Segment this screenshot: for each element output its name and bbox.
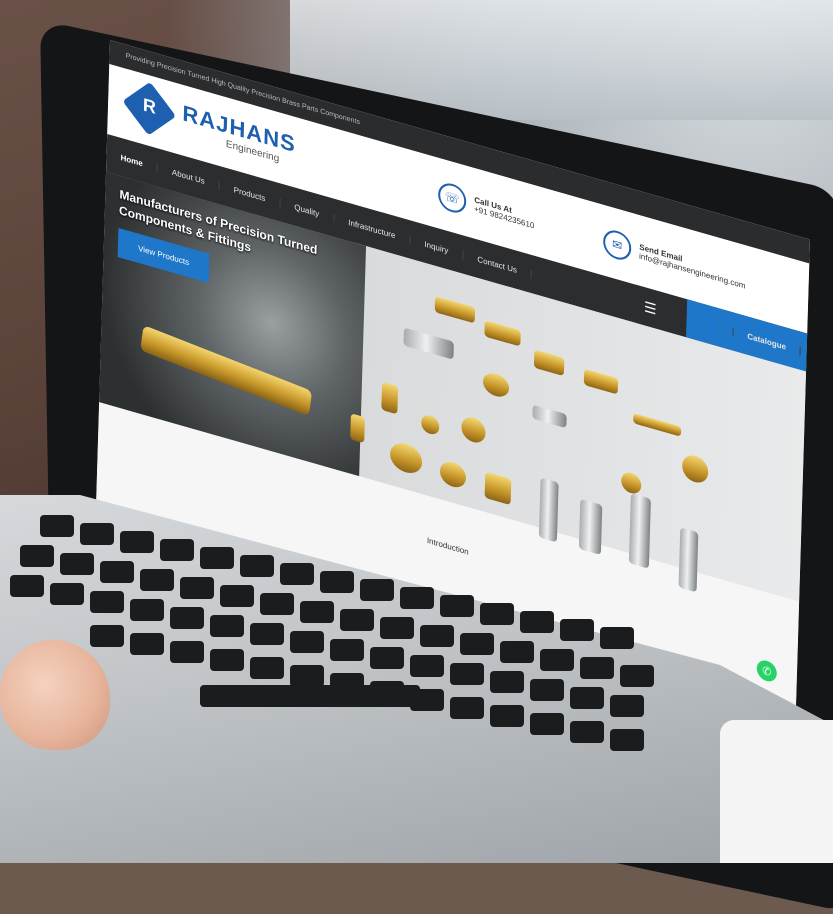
brass-part (421, 413, 440, 437)
email-icon: ✉ (602, 227, 632, 264)
brass-part (389, 439, 423, 477)
brass-part (461, 414, 486, 446)
nav-inquiry[interactable]: Inquiry (410, 235, 464, 260)
steel-part (532, 404, 567, 429)
brass-part (482, 370, 510, 400)
brass-part (681, 452, 709, 486)
brass-part (439, 458, 467, 491)
nav-quality[interactable]: Quality (280, 198, 335, 223)
brass-part (633, 413, 682, 437)
brass-part (484, 320, 521, 347)
brass-part (434, 296, 476, 324)
nav-about[interactable]: About Us (157, 163, 220, 190)
nav-home[interactable]: Home (106, 148, 158, 173)
nav-contact[interactable]: Contact Us (463, 250, 533, 279)
keyboard (0, 505, 760, 825)
brass-part (350, 413, 365, 444)
brass-part (533, 349, 565, 377)
brass-part (583, 368, 619, 395)
hand (0, 640, 110, 750)
brass-part (381, 381, 399, 415)
brass-part (620, 470, 642, 496)
steel-part (403, 327, 454, 360)
brass-rod (140, 325, 313, 417)
nav-products[interactable]: Products (219, 180, 281, 208)
logo-mark-icon (122, 81, 177, 136)
call-block[interactable]: ☏ Call Us At +91 9824235610 (437, 180, 535, 235)
coffee-cup (720, 720, 833, 863)
catalogue-label: Catalogue (733, 327, 802, 356)
brass-part (484, 471, 512, 506)
user-icon: 👤 (692, 315, 734, 337)
menu-icon[interactable]: ☰ (644, 298, 657, 319)
phone-icon: ☏ (437, 180, 467, 217)
